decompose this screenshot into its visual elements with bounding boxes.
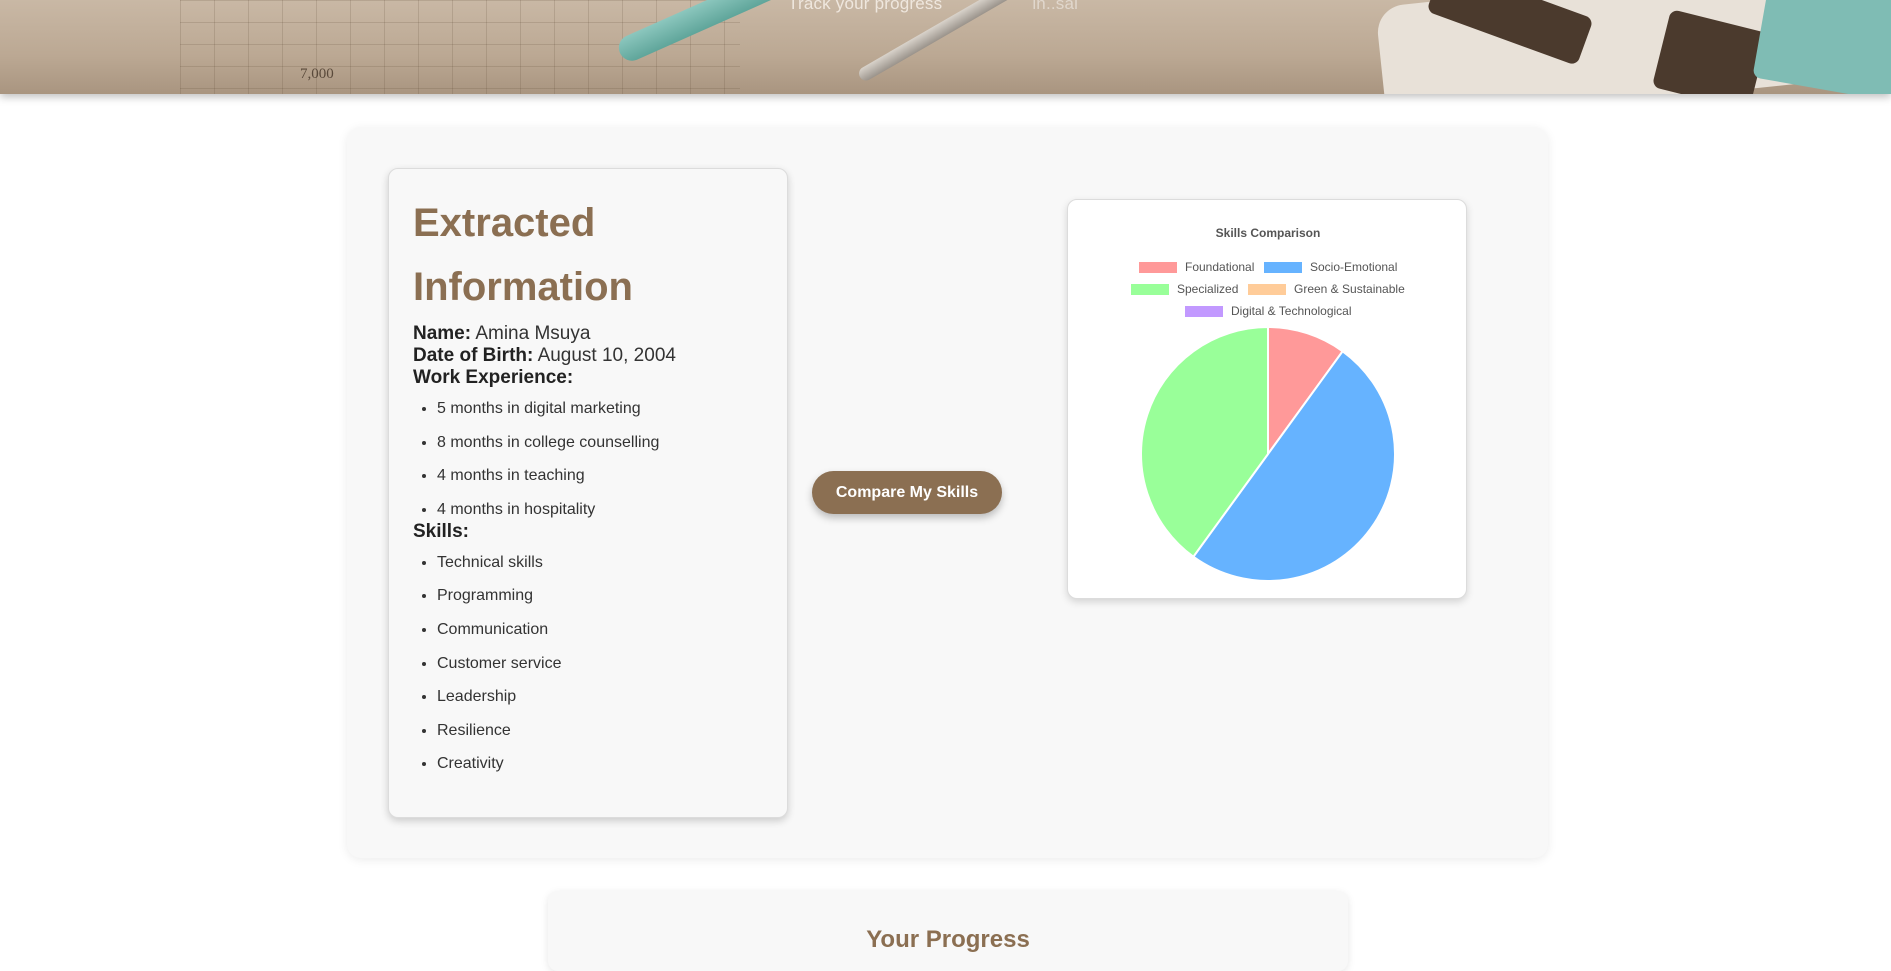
hero-tagline: Track your progress in..sai (788, 0, 1078, 14)
skills-label: Skills: (413, 520, 469, 542)
work-experience-list: 5 months in digital marketing 8 months i… (413, 399, 763, 519)
skill-item: Creativity (437, 754, 763, 773)
progress-card: Your Progress (548, 891, 1348, 971)
info-title: Extracted Information (413, 201, 633, 309)
progress-title: Your Progress (866, 926, 1030, 953)
compare-skills-button[interactable]: Compare My Skills (812, 471, 1002, 514)
skills-list: Technical skills Programming Communicati… (413, 553, 763, 774)
hero-banner: 7,000 Track your progress in..sai (0, 0, 1891, 94)
hero-tagline-end: in..sai (1032, 0, 1079, 13)
skill-item: Customer service (437, 654, 763, 673)
work-experience-label: Work Experience: (413, 367, 574, 388)
skill-item: Resilience (437, 721, 763, 740)
dob-value: August 10, 2004 (537, 345, 676, 366)
extracted-info-panel: Extracted Information Name: Amina Msuya … (388, 168, 788, 818)
work-item: 5 months in digital marketing (437, 399, 763, 418)
dob-label: Date of Birth: (413, 345, 534, 366)
name-label: Name: (413, 323, 472, 344)
skills-chart-card: Skills Comparison Foundational Socio-Emo… (1067, 199, 1467, 599)
name-value: Amina Msuya (475, 323, 591, 344)
skills-pie-chart (1140, 325, 1396, 582)
work-item: 4 months in hospitality (437, 500, 763, 519)
hero-key-image (1752, 0, 1891, 94)
skill-item: Programming (437, 586, 763, 605)
skill-item: Technical skills (437, 553, 763, 572)
hero-chart-number: 7,000 (300, 66, 334, 82)
skill-item: Communication (437, 620, 763, 639)
dob-field: Date of Birth: August 10, 2004 (413, 345, 763, 367)
work-item: 4 months in teaching (437, 466, 763, 485)
name-field: Name: Amina Msuya (413, 323, 763, 345)
hero-tagline-start: Track your progress (788, 0, 943, 13)
skill-item: Leadership (437, 687, 763, 706)
work-item: 8 months in college counselling (437, 433, 763, 452)
